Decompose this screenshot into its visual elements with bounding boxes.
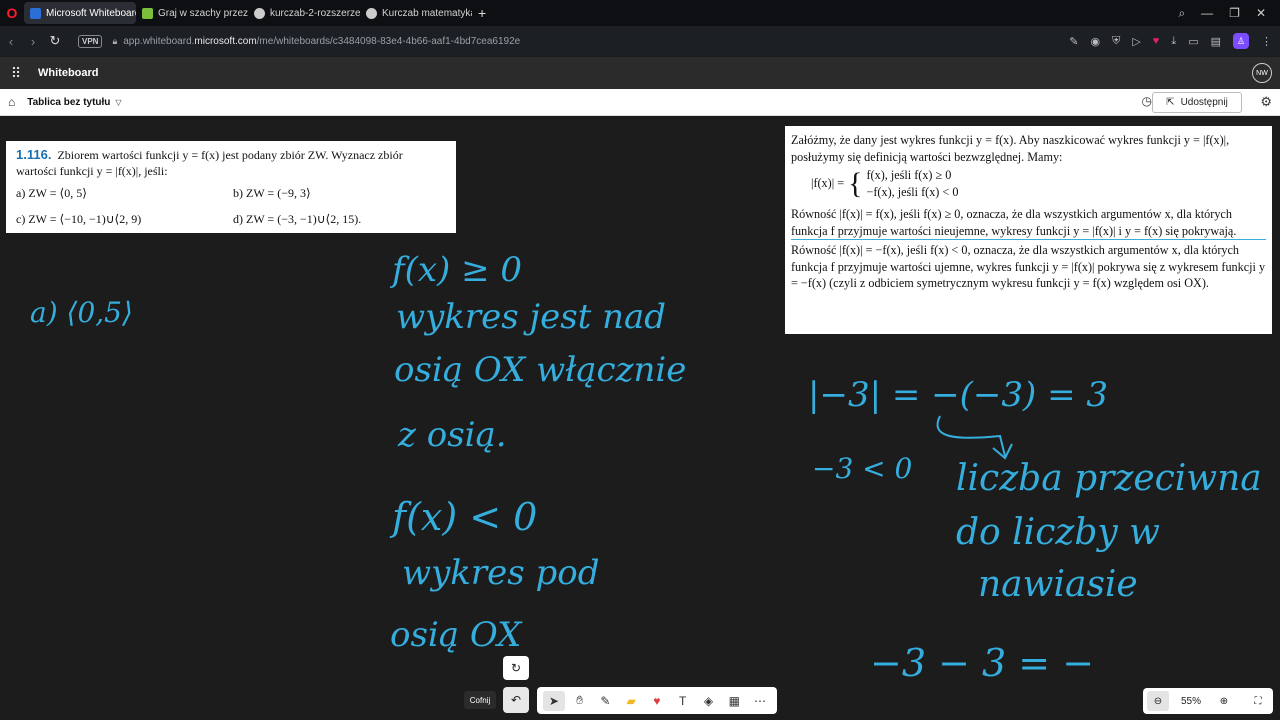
shield-icon[interactable]: ⛨ bbox=[1112, 35, 1120, 48]
address-bar: ‹ › ↻ VPN 🔒︎ app.whiteboard.microsoft.co… bbox=[0, 26, 1280, 56]
camera-icon[interactable]: ◉ bbox=[1090, 35, 1100, 48]
ink-note-1: liczba przeciwna bbox=[956, 458, 1262, 499]
globe-favicon-icon bbox=[366, 7, 377, 19]
ink-line-2: wykres jest nad bbox=[396, 297, 666, 337]
ink-layer: a) ⟨0,5⟩ f(x) ≥ 0 wykres jest nad osią O… bbox=[30, 250, 1262, 685]
fit-to-screen-icon[interactable]: ⛶ bbox=[1247, 691, 1269, 711]
pen-tool-icon[interactable]: ✎ bbox=[594, 691, 616, 711]
lock-icon[interactable]: 🔒︎ bbox=[112, 36, 117, 47]
app-launcher-icon[interactable]: ⠿ bbox=[0, 65, 32, 82]
ink-line-5: f(x) < 0 bbox=[389, 495, 537, 539]
share-icon: ⇱ bbox=[1166, 97, 1175, 108]
battery-icon[interactable]: ▭ bbox=[1188, 35, 1198, 48]
ink-line-6: wykres pod bbox=[402, 553, 600, 593]
forward-icon[interactable]: › bbox=[22, 34, 44, 49]
tab-kurczab-2[interactable]: Kurczab matematyka pod bbox=[360, 2, 472, 24]
timer-icon[interactable]: ◷ bbox=[1142, 94, 1152, 108]
document-bar: ⌂ Tablica bez tytułu ▽ ◷ ⇱ Udostępnij ⚙ bbox=[0, 89, 1280, 116]
home-icon[interactable]: ⌂ bbox=[8, 95, 15, 109]
document-title[interactable]: Tablica bez tytułu bbox=[27, 97, 110, 108]
url-prefix: app.whiteboard. bbox=[123, 35, 195, 47]
tab-chess[interactable]: Graj w szachy przez intern bbox=[136, 2, 248, 24]
profile-icon[interactable]: ♙ bbox=[1233, 33, 1249, 49]
ink-line-4: z osią. bbox=[397, 415, 507, 455]
share-button[interactable]: ⇱ Udostępnij bbox=[1152, 92, 1242, 113]
back-icon[interactable]: ‹ bbox=[0, 34, 22, 49]
url-domain: microsoft.com bbox=[194, 35, 257, 47]
undo-tooltip: Cofnij bbox=[464, 691, 496, 709]
whiteboard-favicon-icon bbox=[30, 7, 41, 19]
templates-icon[interactable]: ▦ bbox=[723, 691, 745, 711]
ink-answer-a: a) ⟨0,5⟩ bbox=[30, 296, 133, 329]
zoom-level[interactable]: 55% bbox=[1181, 696, 1201, 707]
sticky-note-icon[interactable]: ▰ bbox=[620, 691, 642, 711]
ink-line-1: f(x) ≥ 0 bbox=[389, 250, 522, 290]
browser-tab-strip: O Microsoft Whiteboard Graj w szachy prz… bbox=[0, 0, 1280, 26]
new-tab-icon[interactable]: + bbox=[472, 5, 492, 21]
ink-equation-2: −3 − 3 = − bbox=[870, 641, 1094, 685]
select-tool-icon[interactable]: ➤ bbox=[542, 690, 565, 711]
reload-icon[interactable]: ↻ bbox=[44, 33, 66, 49]
tab-title: Graj w szachy przez intern bbox=[158, 7, 248, 19]
app-header: ⠿ Whiteboard NW bbox=[0, 57, 1280, 89]
avatar[interactable]: NW bbox=[1252, 63, 1272, 83]
zoom-in-icon[interactable]: ⊕ bbox=[1213, 691, 1235, 711]
tab-title: Kurczab matematyka pod bbox=[382, 7, 472, 19]
extensions-icon[interactable]: ▤ bbox=[1211, 35, 1221, 48]
ink-inequality: −3 < 0 bbox=[812, 452, 912, 485]
ink-note-3: nawiasie bbox=[978, 564, 1138, 605]
menu-icon[interactable]: ⋮ bbox=[1261, 35, 1272, 48]
reactions-icon[interactable]: ♥ bbox=[646, 691, 668, 711]
tab-microsoft-whiteboard[interactable]: Microsoft Whiteboard bbox=[24, 2, 136, 24]
url-text[interactable]: app.whiteboard.microsoft.com/me/whiteboa… bbox=[123, 36, 520, 47]
share-label: Udostępnij bbox=[1180, 97, 1228, 108]
minimize-icon[interactable]: — bbox=[1201, 6, 1213, 20]
maximize-icon[interactable]: ❐ bbox=[1229, 6, 1240, 20]
ink-equation-1: |−3| = −(−3) = 3 bbox=[808, 375, 1108, 415]
tab-title: kurczab-2-rozszerzenie-n bbox=[270, 7, 360, 19]
hand-tool-icon[interactable]: ✋︎ bbox=[569, 691, 591, 711]
bottom-toolbar: ➤ ✋︎ ✎ ▰ ♥ T ◈ ▦ ⋯ bbox=[537, 687, 777, 714]
zoom-controls: ⊖ 55% ⊕ ⛶ bbox=[1143, 688, 1273, 714]
more-tools-icon[interactable]: ⋯ bbox=[749, 691, 771, 711]
heart-icon[interactable]: ♥ bbox=[1153, 35, 1160, 47]
text-tool-icon[interactable]: T bbox=[672, 691, 694, 711]
ink-line-7: osią OX bbox=[390, 615, 523, 655]
app-title: Whiteboard bbox=[38, 67, 99, 79]
edit-icon[interactable]: ✎ bbox=[1069, 35, 1078, 48]
opera-logo-icon[interactable]: O bbox=[0, 0, 24, 26]
address-bar-icons: ✎ ◉ ⛨ ▷ ♥ ⤓ ▭ ▤ ♙ ⋮ bbox=[1069, 26, 1272, 56]
ink-line-3: osią OX włącznie bbox=[394, 350, 686, 390]
gear-icon[interactable]: ⚙ bbox=[1260, 94, 1272, 110]
undo-button[interactable]: ↶ bbox=[503, 687, 529, 713]
undo-icon: ↶ bbox=[510, 693, 522, 707]
search-icon[interactable]: ⌕ bbox=[1178, 6, 1185, 21]
redo-icon: ↻ bbox=[510, 661, 522, 675]
shapes-tool-icon[interactable]: ◈ bbox=[697, 691, 719, 711]
ink-note-2: do liczby w bbox=[956, 512, 1160, 553]
window-controls: ⌕ — ❐ ✕ bbox=[1178, 0, 1280, 26]
redo-button[interactable]: ↻ bbox=[503, 656, 529, 680]
download-icon[interactable]: ⤓ bbox=[1171, 35, 1176, 48]
chevron-down-icon[interactable]: ▽ bbox=[115, 98, 121, 107]
tab-title: Microsoft Whiteboard bbox=[46, 7, 136, 19]
globe-favicon-icon bbox=[254, 7, 265, 19]
zoom-out-icon[interactable]: ⊖ bbox=[1147, 691, 1169, 711]
vpn-badge[interactable]: VPN bbox=[78, 34, 103, 48]
tab-kurczab-1[interactable]: kurczab-2-rozszerzenie-n bbox=[248, 2, 360, 24]
url-path: /me/whiteboards/c3484098-83e4-4b66-aaf1-… bbox=[256, 35, 521, 47]
chess-favicon-icon bbox=[142, 7, 153, 19]
close-icon[interactable]: ✕ bbox=[1256, 6, 1266, 20]
play-icon[interactable]: ▷ bbox=[1132, 35, 1140, 48]
